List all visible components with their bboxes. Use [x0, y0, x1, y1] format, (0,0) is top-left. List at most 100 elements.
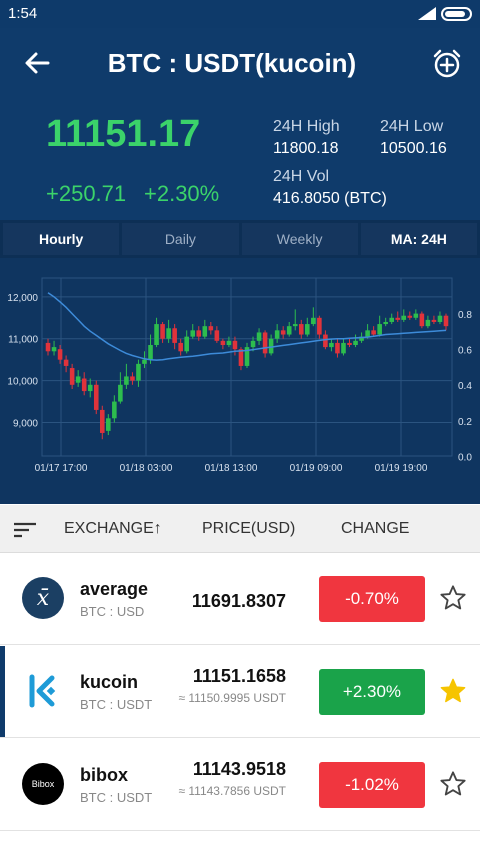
y-tick-label: 9,000	[13, 418, 38, 429]
last-price: 11151.17	[46, 113, 201, 155]
x-tick-label: 01/19 09:00	[290, 463, 343, 474]
volume-label: 24H Vol	[273, 168, 330, 185]
exchange-price: 11151.1658	[192, 666, 286, 686]
candle-body	[93, 384, 99, 410]
candle-body	[347, 342, 352, 346]
y-right-tick-label: 0.0	[458, 452, 472, 463]
candle-body	[268, 338, 274, 354]
sort-icon[interactable]	[14, 521, 36, 539]
candle-body	[130, 376, 135, 381]
candle-body	[75, 376, 81, 383]
candle-body	[208, 326, 214, 331]
add-alarm-icon[interactable]	[431, 48, 463, 80]
y-right-tick-label: 0.4	[458, 381, 472, 392]
chart-canvas: 12,000 11,000 10,000 9,000 0.8 0.6 0.4 0.2 0.0 01…	[7, 277, 472, 474]
exchange-row-average[interactable]: x̄ average BTC : USD 11691.8307 -0.70%	[0, 553, 480, 645]
candle-body	[341, 342, 346, 354]
candle-body	[154, 324, 159, 346]
low-value: 10500.16	[380, 140, 447, 157]
volume-value: 416.8050 (BTC)	[273, 190, 387, 207]
change-button[interactable]: -1.02%	[319, 762, 425, 808]
candle-body	[220, 340, 226, 346]
candle-body	[172, 328, 177, 343]
exchange-row-kucoin[interactable]: kucoin BTC : USDT 11151.1658 ≈ 11150.999…	[0, 646, 480, 738]
candle-body	[190, 330, 196, 337]
candle-body	[166, 328, 171, 339]
candle-body	[292, 324, 298, 327]
column-price[interactable]: PRICE(USD)	[202, 520, 295, 538]
candle-body	[329, 342, 334, 348]
candle-body	[250, 340, 256, 348]
exchange-price: 11143.9518	[192, 759, 286, 779]
candle-body	[401, 315, 407, 320]
tab-weekly[interactable]: Weekly	[241, 223, 358, 255]
change-button[interactable]: -0.70%	[319, 576, 425, 622]
candle-body	[413, 313, 419, 318]
exchange-name: kucoin	[80, 672, 139, 692]
candle-body	[81, 378, 87, 392]
candle-body	[365, 330, 370, 337]
exchange-name: average	[80, 579, 149, 599]
x-tick-label: 01/18 13:00	[205, 463, 258, 474]
candle-body	[443, 315, 449, 327]
candle-body	[142, 359, 147, 364]
candle-body	[407, 315, 413, 318]
candle-body	[431, 319, 437, 322]
y-tick-label: 12,000	[7, 293, 38, 304]
exchange-price: 11691.8307	[191, 591, 286, 611]
x-tick-label: 01/19 19:00	[375, 463, 428, 474]
average-logo-icon: x̄	[22, 577, 64, 619]
y-tick-label: 11,000	[8, 335, 38, 346]
candle-body	[214, 330, 220, 341]
candle-body	[57, 349, 63, 360]
x-tick-label: 01/18 03:00	[120, 463, 173, 474]
exchange-price-converted: ≈ 11143.7856 USDT	[178, 784, 286, 798]
candle-body	[353, 340, 358, 346]
candle-body	[437, 315, 443, 322]
change-absolute: +250.71	[46, 181, 127, 206]
timeframe-tabs: Hourly Daily Weekly MA: 24H	[0, 220, 480, 258]
exchange-pair: BTC : USD	[80, 604, 145, 619]
column-exchange[interactable]: EXCHANGE↑	[64, 520, 162, 538]
change-button[interactable]: +2.30%	[319, 669, 425, 715]
y-right-tick-label: 0.2	[458, 417, 472, 428]
candlestick-chart[interactable]: 12,000 11,000 10,000 9,000 0.8 0.6 0.4 0.2 0.0 01…	[0, 258, 480, 504]
candle-body	[323, 334, 328, 348]
exchange-price-converted: ≈ 11150.9995 USDT	[178, 691, 286, 705]
candle-body	[395, 317, 401, 320]
star-outline-icon[interactable]	[439, 584, 467, 612]
candle-body	[112, 401, 117, 419]
candle-body	[377, 324, 382, 335]
exchange-pair: BTC : USDT	[80, 790, 153, 805]
candle-body	[226, 340, 232, 346]
selected-marker	[0, 646, 5, 737]
kucoin-logo-icon	[29, 674, 56, 708]
list-header: EXCHANGE↑ PRICE(USD) CHANGE	[0, 505, 480, 553]
candle-body	[51, 347, 57, 352]
candle-body	[45, 342, 51, 352]
exchange-row-bibox[interactable]: Bibox bibox BTC : USDT 11143.9518 ≈ 1114…	[0, 739, 480, 831]
ticker-header: BTC : USDT(kucoin) 11151.17 +250.71 +2.3…	[0, 28, 480, 220]
candle-body	[106, 418, 111, 431]
tab-ma[interactable]: MA: 24H	[360, 223, 477, 255]
candle-body	[371, 330, 376, 335]
low-label: 24H Low	[380, 118, 444, 135]
candle-body	[148, 345, 153, 360]
candle-body	[178, 342, 183, 352]
column-change[interactable]: CHANGE	[341, 520, 409, 538]
tab-daily[interactable]: Daily	[122, 223, 239, 255]
change-percent: +2.30%	[144, 181, 220, 206]
signal-icon	[418, 7, 436, 20]
candle-body	[389, 317, 395, 322]
star-filled-icon[interactable]	[439, 677, 467, 705]
candle-body	[184, 336, 189, 352]
tab-hourly[interactable]: Hourly	[3, 223, 120, 255]
x-tick-label: 01/17 17:00	[35, 463, 88, 474]
candle-body	[69, 368, 75, 385]
candle-body	[262, 332, 268, 354]
y-tick-label: 10,000	[7, 377, 38, 388]
candle-body	[202, 326, 208, 337]
candle-body	[99, 409, 105, 433]
star-outline-icon[interactable]	[439, 770, 467, 798]
candle-body	[311, 317, 316, 325]
